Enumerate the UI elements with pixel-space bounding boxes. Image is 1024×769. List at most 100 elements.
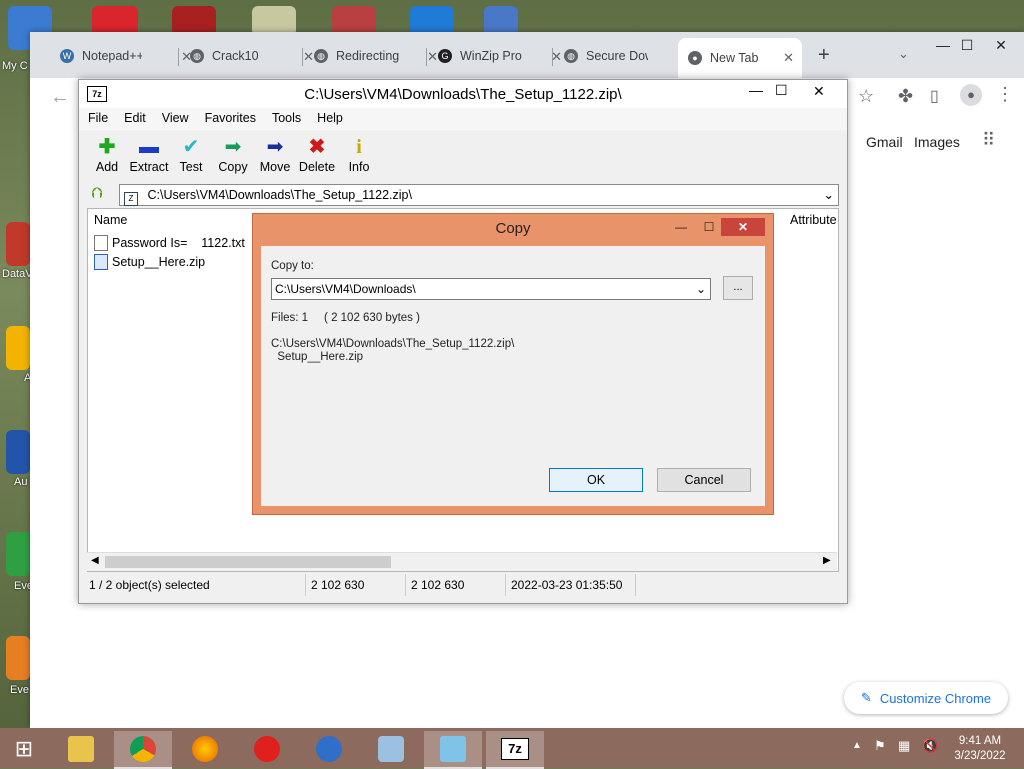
- tab-label: Notepad++: [82, 49, 142, 63]
- back-icon[interactable]: ←: [50, 86, 70, 109]
- browse-button[interactable]: ...: [723, 276, 753, 300]
- menu-dots-icon[interactable]: ⋮: [996, 84, 1014, 105]
- close-button[interactable]: ✕: [813, 83, 825, 100]
- menu-favorites[interactable]: Favorites: [196, 108, 263, 130]
- copy-button[interactable]: ➡ Copy: [211, 136, 255, 174]
- installer-icon: [378, 736, 404, 762]
- tab-search-icon[interactable]: ⌄: [898, 46, 909, 62]
- tool-label: Info: [348, 160, 370, 174]
- tab-notepad[interactable]: W Notepad++ ✕: [50, 40, 192, 72]
- minimize-button[interactable]: —: [749, 82, 763, 98]
- column-name[interactable]: Name: [94, 209, 127, 231]
- taskbar-thunderbird[interactable]: [300, 731, 358, 767]
- side-panel-icon[interactable]: ▯: [930, 86, 939, 106]
- maximize-button[interactable]: ☐: [775, 82, 788, 99]
- taskbar-7zip[interactable]: 7z: [486, 731, 544, 769]
- folder-up-icon[interactable]: ⮉: [91, 185, 102, 202]
- taskbar-opera[interactable]: [238, 731, 296, 767]
- list-item[interactable]: Password Is= 1122.txt: [94, 235, 245, 251]
- tab-winzip[interactable]: G WinZip Pro ✕: [428, 40, 562, 72]
- horizontal-scrollbar[interactable]: ◀ ▶: [87, 552, 837, 571]
- test-button[interactable]: ✔ Test: [169, 136, 213, 174]
- ok-button[interactable]: OK: [549, 468, 643, 492]
- desktop-icon-label: My C: [2, 60, 28, 72]
- clock-date: 3/23/2022: [954, 750, 1006, 762]
- address-combo[interactable]: Z C:\Users\VM4\Downloads\The_Setup_1122.…: [119, 184, 839, 206]
- desktop-icon-datav[interactable]: [6, 222, 30, 266]
- tab-redirecting[interactable]: ◍ Redirecting ✕: [304, 40, 438, 72]
- tray-volume-muted-icon[interactable]: 🔇: [922, 738, 938, 754]
- extract-button[interactable]: ▬ Extract: [127, 136, 171, 174]
- start-button[interactable]: ⊞: [0, 731, 48, 767]
- desktop-icon-app[interactable]: [6, 532, 30, 576]
- gmail-link[interactable]: Gmail: [866, 134, 903, 150]
- tool-label: Add: [95, 160, 119, 174]
- notepad-icon: [440, 736, 466, 762]
- text-file-icon: [94, 235, 108, 251]
- opera-icon: [254, 736, 280, 762]
- firefox-icon: [192, 736, 218, 762]
- customize-chrome-button[interactable]: ✎ Customize Chrome: [844, 682, 1008, 714]
- close-icon[interactable]: ✕: [783, 50, 794, 66]
- tab-label: New Tab: [710, 51, 759, 65]
- tab-new-tab[interactable]: ● New Tab ✕: [678, 38, 802, 78]
- cancel-button[interactable]: Cancel: [657, 468, 751, 492]
- close-button[interactable]: ✕: [721, 218, 765, 236]
- tray-chevron-up-icon[interactable]: ▲: [852, 740, 862, 751]
- images-link[interactable]: Images: [914, 134, 960, 150]
- status-divider: [305, 574, 306, 596]
- minimize-button[interactable]: —: [667, 218, 695, 236]
- tray-network-icon[interactable]: ▦: [898, 738, 910, 754]
- taskbar-firefox[interactable]: [176, 731, 234, 767]
- extensions-icon[interactable]: ✤: [898, 86, 913, 107]
- chrome-icon: [130, 736, 156, 762]
- delete-button[interactable]: ✖ Delete: [295, 136, 339, 174]
- move-button[interactable]: ➡ Move: [253, 136, 297, 174]
- scroll-left-icon[interactable]: ◀: [91, 555, 99, 566]
- tray-flag-icon[interactable]: ⚑: [874, 738, 886, 754]
- desktop-icon-app[interactable]: [6, 326, 30, 370]
- taskbar-app[interactable]: [362, 731, 420, 767]
- chevron-down-icon[interactable]: ⌄: [824, 185, 834, 205]
- taskbar-file-explorer[interactable]: [52, 731, 110, 767]
- desktop-icon-app[interactable]: [6, 636, 30, 680]
- menu-tools[interactable]: Tools: [263, 108, 308, 130]
- column-attributes[interactable]: Attribute: [790, 209, 837, 231]
- apps-grid-icon[interactable]: ⠿: [982, 130, 995, 151]
- status-divider: [505, 574, 506, 596]
- close-window-button[interactable]: ✕: [978, 32, 1024, 62]
- taskbar-clock[interactable]: 9:41 AM 3/23/2022: [948, 734, 1012, 764]
- menu-edit[interactable]: Edit: [115, 108, 153, 130]
- x-icon: ✖: [308, 136, 326, 158]
- list-item[interactable]: Setup__Here.zip: [94, 254, 205, 270]
- menu-help[interactable]: Help: [308, 108, 350, 130]
- desktop-icon-label: DataV: [2, 268, 33, 280]
- destination-path-combo[interactable]: C:\Users\VM4\Downloads\ ⌄: [271, 278, 711, 300]
- destination-path-value: C:\Users\VM4\Downloads\: [275, 282, 416, 296]
- info-button[interactable]: i Info: [337, 136, 381, 174]
- tab-separator: [178, 48, 179, 66]
- chevron-down-icon[interactable]: ⌄: [696, 279, 706, 299]
- tab-crack10[interactable]: ◍ Crack10 ✕: [180, 40, 314, 72]
- taskbar-app[interactable]: [424, 731, 482, 769]
- maximize-button[interactable]: ☐: [695, 218, 723, 236]
- dialog-body: Copy to: C:\Users\VM4\Downloads\ ⌄ ... F…: [261, 246, 765, 506]
- add-button[interactable]: ✚ Add: [85, 136, 129, 174]
- new-tab-button[interactable]: +: [818, 44, 830, 67]
- status-bar: 1 / 2 object(s) selected 2 102 630 2 102…: [87, 574, 837, 596]
- source-file-line: Setup__Here.zip: [271, 351, 364, 363]
- menu-view[interactable]: View: [153, 108, 196, 130]
- globe-icon: ◍: [564, 49, 578, 63]
- taskbar-chrome[interactable]: [114, 731, 172, 769]
- globe-icon: ◍: [190, 49, 204, 63]
- scroll-thumb[interactable]: [105, 556, 391, 568]
- address-value: C:\Users\VM4\Downloads\The_Setup_1122.zi…: [147, 188, 412, 202]
- bookmark-star-icon[interactable]: ☆: [858, 86, 874, 107]
- tab-secure-download[interactable]: ◍ Secure Dow ✕: [554, 40, 688, 72]
- menu-file[interactable]: File: [79, 108, 115, 130]
- profile-avatar-icon[interactable]: ●: [960, 84, 982, 106]
- tab-label: WinZip Pro: [460, 49, 522, 63]
- scroll-right-icon[interactable]: ▶: [823, 555, 831, 566]
- info-icon: i: [356, 136, 362, 158]
- desktop-icon-app[interactable]: [6, 430, 30, 474]
